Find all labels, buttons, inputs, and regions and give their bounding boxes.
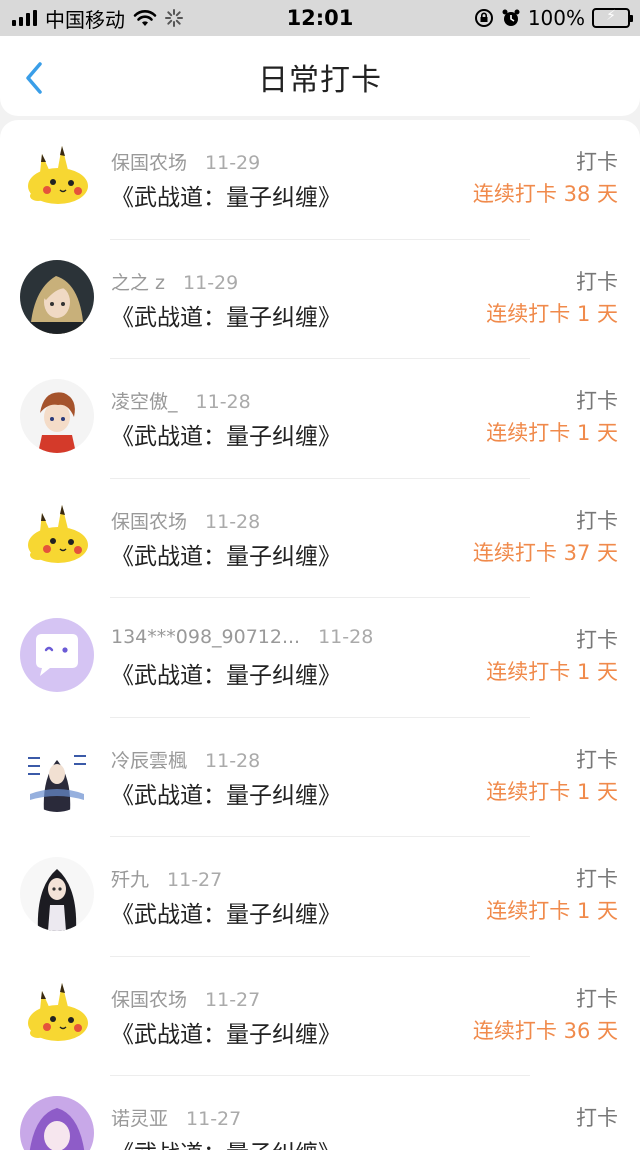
checkin-type: 打卡 bbox=[576, 628, 618, 652]
checkin-type: 打卡 bbox=[576, 150, 618, 174]
username: 歼九 bbox=[111, 869, 150, 891]
streak-label: 连续打卡 1 天 bbox=[486, 660, 618, 684]
streak-label: 连续打卡 1 天 bbox=[486, 899, 618, 923]
username: 保国农场 bbox=[111, 510, 188, 533]
username: 保国农场 bbox=[111, 152, 188, 174]
checkin-type: 打卡 bbox=[576, 747, 618, 772]
checkin-item[interactable]: 凌空傲_ 11-28 《武战道：量子纠缠》 打卡连续打卡 1 天 bbox=[0, 359, 640, 479]
item-meta: 134***098_90712... 11-28 bbox=[111, 626, 373, 648]
item-meta: 保国农场 11-29 bbox=[111, 148, 260, 175]
battery-charging-icon: ⚡ bbox=[592, 8, 633, 28]
page-title: 日常打卡 bbox=[258, 63, 382, 98]
username: 凌空傲_ bbox=[111, 391, 178, 413]
username: 诺灵亚 bbox=[111, 1108, 169, 1130]
alarm-icon bbox=[502, 9, 520, 26]
streak-label: 连续打卡 37 天 bbox=[472, 540, 618, 565]
book-title: 《武战道：量子纠缠》 bbox=[111, 663, 341, 689]
item-meta: 歼九 11-27 bbox=[111, 865, 222, 892]
checkin-date: 11-27 bbox=[205, 988, 261, 1011]
checkin-item[interactable]: 保国农场 11-27 《武战道：量子纠缠》 打卡连续打卡 36 天 bbox=[0, 957, 640, 1077]
checkin-type: 打卡 bbox=[576, 269, 618, 294]
book-title: 《武战道：量子纠缠》 bbox=[111, 1021, 341, 1048]
checkin-item[interactable]: 保国农场 11-29 《武战道：量子纠缠》 打卡连续打卡 38 天 bbox=[0, 120, 640, 240]
checkin-type: 打卡 bbox=[576, 508, 618, 533]
item-meta: 凌空傲_ 11-28 bbox=[111, 387, 251, 414]
ink-character-avatar[interactable] bbox=[20, 737, 94, 812]
checkin-date: 11-28 bbox=[318, 626, 374, 648]
battery-percent: 100% bbox=[527, 6, 585, 30]
streak-label: 连续打卡 1 天 bbox=[486, 779, 618, 804]
default-chat-avatar[interactable] bbox=[20, 618, 94, 692]
checkin-type: 打卡 bbox=[576, 986, 618, 1011]
checkin-type: 打卡 bbox=[576, 1106, 618, 1130]
checkin-date: 11-27 bbox=[167, 869, 223, 891]
streak-label: 连续打卡 1 天 bbox=[486, 301, 618, 326]
item-meta: 保国农场 11-27 bbox=[111, 985, 260, 1012]
checkin-list: 保国农场 11-29 《武战道：量子纠缠》 打卡 连续打卡 38 天 之之 z 11-29… bbox=[0, 120, 640, 1150]
book-title: 《武战道：量子纠缠》 bbox=[111, 185, 341, 211]
status-right: 100% ⚡ bbox=[474, 0, 633, 36]
dark-hair-girl-avatar[interactable] bbox=[20, 857, 94, 931]
anime-boy-avatar[interactable] bbox=[20, 379, 94, 453]
orientation-lock-icon bbox=[474, 9, 493, 27]
username: 134***098_90712... bbox=[111, 626, 301, 648]
checkin-date: 11-28 bbox=[205, 510, 261, 533]
book-title: 《武战道：量子纠缠》 bbox=[111, 1134, 341, 1150]
checkin-item[interactable]: 134***098_90712... 11-28 《武战道：量子纠缠》 打卡连续打卡 … bbox=[0, 598, 640, 718]
streak-label: 连续打卡 36 天 bbox=[472, 1018, 618, 1043]
nav-bar: 日常打卡 bbox=[0, 36, 640, 116]
book-title: 《武战道：量子纠缠》 bbox=[111, 782, 341, 809]
checkin-date: 11-29 bbox=[183, 271, 239, 294]
pikachu-avatar[interactable] bbox=[20, 140, 94, 214]
item-meta: 诺灵亚 11-27 bbox=[111, 1104, 241, 1131]
book-title: 《武战道：量子纠缠》 bbox=[111, 424, 341, 450]
book-title: 《武战道：量子纠缠》 bbox=[111, 304, 341, 331]
streak-label: 连续打卡 1 天 bbox=[486, 421, 618, 445]
checkin-type: 打卡 bbox=[576, 389, 618, 413]
status-bar: 中国移动 12:01 100% ⚡ bbox=[0, 0, 640, 36]
item-meta: 冷辰雲楓 11-28 bbox=[111, 746, 260, 773]
username: 冷辰雲楓 bbox=[111, 749, 188, 772]
anime-girl-avatar[interactable] bbox=[20, 259, 94, 334]
checkin-item[interactable]: 歼九 11-27 《武战道：量子纠缠》 打卡连续打卡 1 天 bbox=[0, 837, 640, 957]
checkin-date: 11-28 bbox=[195, 391, 251, 413]
checkin-item[interactable]: 保国农场 11-28 《武战道：量子纠缠》 打卡连续打卡 37 天 bbox=[0, 479, 640, 599]
checkin-date: 11-27 bbox=[186, 1108, 242, 1130]
purple-anime-avatar[interactable] bbox=[20, 1096, 94, 1150]
checkin-item[interactable]: 冷辰雲楓 11-28 《武战道：量子纠缠》 打卡连续打卡 1 天 bbox=[0, 718, 640, 838]
checkin-type: 打卡 bbox=[576, 867, 618, 891]
book-title: 《武战道：量子纠缠》 bbox=[111, 543, 341, 570]
item-meta: 之之 z 11-29 bbox=[111, 268, 238, 295]
pikachu-avatar[interactable] bbox=[20, 498, 94, 573]
item-meta: 保国农场 11-28 bbox=[111, 507, 260, 534]
pikachu-avatar[interactable] bbox=[20, 976, 94, 1051]
checkin-date: 11-28 bbox=[205, 749, 261, 772]
streak-label: 连续打卡 38 天 bbox=[472, 182, 618, 206]
checkin-date: 11-29 bbox=[205, 152, 261, 174]
username: 保国农场 bbox=[111, 988, 188, 1011]
username: 之之 z bbox=[111, 271, 166, 294]
book-title: 《武战道：量子纠缠》 bbox=[111, 902, 341, 928]
checkin-item[interactable]: 之之 z 11-29 《武战道：量子纠缠》 打卡连续打卡 1 天 bbox=[0, 240, 640, 360]
